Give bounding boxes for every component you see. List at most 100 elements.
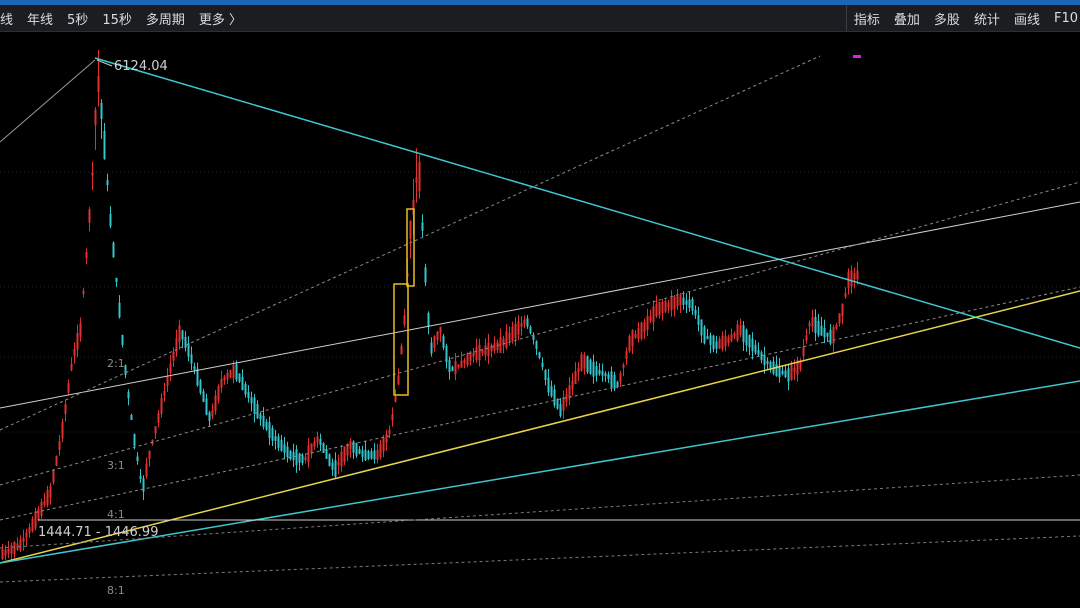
candle-body xyxy=(673,296,676,309)
candle-body xyxy=(823,327,826,338)
candle-body xyxy=(805,335,808,341)
candle-body xyxy=(559,404,562,416)
candle-body xyxy=(217,386,220,401)
highlight-box-large[interactable] xyxy=(393,283,409,396)
fan-line-8-1 xyxy=(0,535,1080,583)
period-5s-button[interactable]: 5秒 xyxy=(60,9,95,28)
candle-body xyxy=(58,441,61,450)
candle-body xyxy=(709,335,712,345)
candle-body xyxy=(808,322,811,327)
multi-period-button[interactable]: 多周期 xyxy=(139,9,192,28)
candle-body xyxy=(493,343,496,351)
support-trendline-yellow xyxy=(0,290,1080,564)
position-marker xyxy=(853,55,861,58)
candle-body xyxy=(265,421,268,430)
price-grid xyxy=(0,171,1080,433)
candle-body xyxy=(400,345,403,355)
candle-body xyxy=(286,446,289,457)
candle-body xyxy=(55,456,58,466)
candle-body xyxy=(79,323,82,337)
candle-body xyxy=(748,335,751,348)
candle-body xyxy=(196,368,199,386)
candle-body xyxy=(88,209,91,223)
candle-body xyxy=(574,371,577,384)
drawing-tools-button[interactable]: 画线 xyxy=(1007,9,1047,28)
candle-body xyxy=(52,470,55,483)
candle-body xyxy=(4,549,7,556)
candle-body xyxy=(742,325,745,343)
candle-body xyxy=(31,518,34,532)
candle-body xyxy=(490,345,493,352)
candle-body xyxy=(190,354,193,364)
candle-body xyxy=(184,337,187,348)
candle-body xyxy=(259,413,262,420)
candle-body xyxy=(103,131,106,160)
candle-body xyxy=(100,102,103,119)
candle-body xyxy=(340,451,343,467)
candle-body xyxy=(22,538,25,542)
overlay-button[interactable]: 叠加 xyxy=(887,9,927,28)
candle-body xyxy=(85,252,88,258)
candle-body xyxy=(442,336,445,348)
candle-body xyxy=(82,290,85,295)
candle-body xyxy=(436,331,439,341)
candle-body xyxy=(76,333,79,350)
candle-body xyxy=(28,527,31,533)
candle-body xyxy=(523,319,526,325)
statistics-button[interactable]: 统计 xyxy=(967,9,1007,28)
candle-body xyxy=(208,412,211,421)
indicator-button[interactable]: 指标 xyxy=(847,9,887,28)
candle-body xyxy=(256,404,259,419)
candle-body xyxy=(157,413,160,423)
candle-body xyxy=(616,381,619,387)
candle-body xyxy=(238,373,241,382)
candle-body xyxy=(508,332,511,341)
candle-body xyxy=(670,297,673,311)
period-line-button[interactable]: 线 xyxy=(0,9,20,28)
candle-body xyxy=(448,360,451,372)
candle-body xyxy=(712,335,715,350)
candle-body xyxy=(268,422,271,438)
candle-body xyxy=(148,451,151,459)
period-15s-button[interactable]: 15秒 xyxy=(95,9,139,28)
multi-stock-button[interactable]: 多股 xyxy=(927,9,967,28)
candle-body xyxy=(463,360,466,364)
candle-body xyxy=(229,370,232,378)
candle-body xyxy=(829,329,832,344)
candle-body xyxy=(319,439,322,445)
candle-body xyxy=(427,313,430,328)
candle-body xyxy=(109,213,112,227)
candle-body xyxy=(409,220,412,240)
candle-body xyxy=(757,350,760,355)
candle-body xyxy=(394,395,397,402)
period-year-button[interactable]: 年线 xyxy=(20,9,60,28)
candle-body xyxy=(520,323,523,327)
candle-body xyxy=(628,336,631,352)
candle-body xyxy=(514,323,517,339)
candle-body xyxy=(118,302,121,318)
candle-body xyxy=(721,335,724,350)
candle-body xyxy=(601,370,604,376)
candle-body xyxy=(676,296,679,307)
more-button[interactable]: 更多 〉 xyxy=(192,9,249,28)
candle-body xyxy=(10,545,13,554)
candle-body xyxy=(241,376,244,391)
candle-body xyxy=(544,369,547,380)
candle-body xyxy=(577,367,580,373)
period-toolbar: 线 年线 5秒 15秒 多周期 更多 〉 xyxy=(0,5,249,31)
candle-body xyxy=(475,347,478,360)
candle-body xyxy=(67,383,70,393)
candle-body xyxy=(562,397,565,411)
candlestick-chart[interactable]: 6124.04 1444.71 - 1446.99 2:1 3:1 4:1 8:… xyxy=(0,32,1080,608)
candle-body xyxy=(247,391,250,399)
candle-body xyxy=(586,356,589,373)
candle-body xyxy=(733,333,736,337)
chart-labels: 6124.04 1444.71 - 1446.99 2:1 3:1 4:1 8:… xyxy=(38,59,168,597)
f10-button[interactable]: F10 xyxy=(1047,11,1080,26)
candle-body xyxy=(313,441,316,447)
candle-body xyxy=(535,341,538,349)
candle-body xyxy=(70,363,73,371)
candle-body xyxy=(385,433,388,443)
candle-body xyxy=(853,273,856,280)
candle-body xyxy=(637,327,640,339)
